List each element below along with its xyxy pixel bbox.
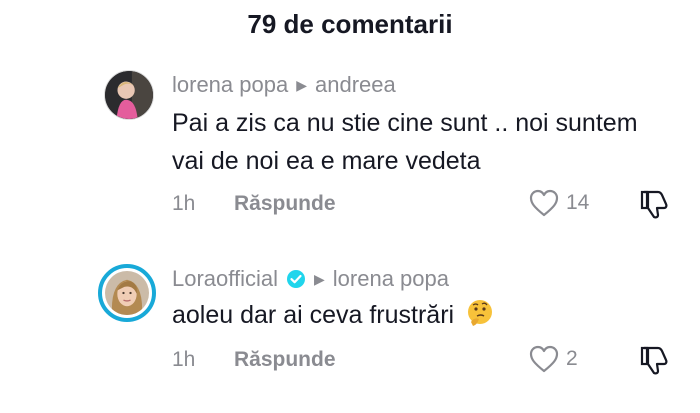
comment-meta: lorena popa ▶ andreea xyxy=(172,70,396,100)
comment-actions: 1h Răspunde xyxy=(172,188,336,220)
like-button[interactable]: 14 xyxy=(528,188,589,218)
reply-button[interactable]: Răspunde xyxy=(234,348,336,372)
avatar-image xyxy=(105,271,149,315)
thinking-face-emoji xyxy=(468,300,493,326)
comments-header: 79 de comentarii xyxy=(0,0,700,48)
heart-icon xyxy=(529,189,559,217)
comment-text: Pai a zis ca nu stie cine sunt .. noi su… xyxy=(172,109,638,175)
play-arrow-icon: ▶ xyxy=(314,271,325,287)
like-count: 14 xyxy=(566,191,590,214)
comment-author[interactable]: Loraofficial xyxy=(172,266,278,292)
comment-author[interactable]: lorena popa xyxy=(172,72,288,98)
comment-time: 1h xyxy=(172,192,196,215)
like-button[interactable]: 2 xyxy=(528,344,578,374)
like-count: 2 xyxy=(566,347,578,370)
dislike-icon xyxy=(640,190,668,219)
play-arrow-icon: ▶ xyxy=(296,77,307,93)
comment-meta: Loraofficial ▶ lorena popa xyxy=(172,264,449,294)
reply-to-user[interactable]: lorena popa xyxy=(333,266,449,292)
dislike-button[interactable] xyxy=(640,344,670,376)
verified-badge-icon xyxy=(287,270,305,288)
reply-to-user[interactable]: andreea xyxy=(315,72,396,98)
avatar[interactable] xyxy=(104,70,154,120)
comment-text: aoleu dar ai ceva frustrări xyxy=(172,296,652,334)
reply-button[interactable]: Răspunde xyxy=(234,192,336,216)
dislike-button[interactable] xyxy=(640,188,670,220)
avatar[interactable] xyxy=(98,264,156,322)
comment-actions: 1h Răspunde xyxy=(172,344,336,376)
comments-count-title: 79 de comentarii xyxy=(247,8,453,39)
comment-time: 1h xyxy=(172,348,196,371)
dislike-icon xyxy=(640,346,668,375)
avatar-image xyxy=(105,71,153,119)
heart-icon xyxy=(529,345,559,373)
comment-text-body: aoleu dar ai ceva frustrări xyxy=(172,301,455,329)
